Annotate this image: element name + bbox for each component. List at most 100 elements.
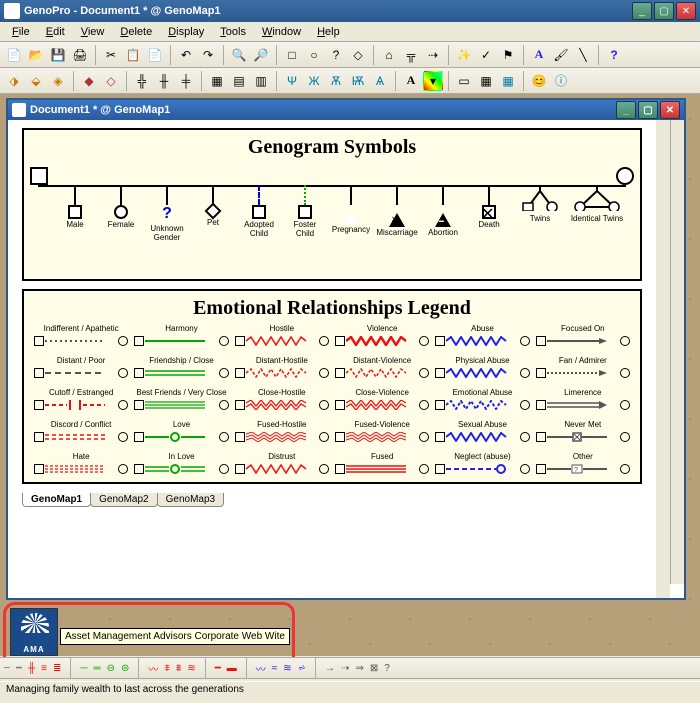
family-icon[interactable]: ⌂ xyxy=(379,45,399,65)
wand-icon[interactable]: ✨ xyxy=(454,45,474,65)
rel-btn[interactable]: ≈ xyxy=(272,663,278,674)
t2-tree5[interactable]: Ѧ xyxy=(370,71,390,91)
rel-btn[interactable]: ≋ xyxy=(283,663,291,674)
undo-icon[interactable]: ↶ xyxy=(176,45,196,65)
rel-btn[interactable]: ━ xyxy=(215,663,221,674)
rel-btn[interactable]: ⊜ xyxy=(121,663,129,674)
doc-minimize[interactable]: _ xyxy=(616,101,636,119)
menu-display[interactable]: Display xyxy=(160,24,212,40)
t2-10[interactable]: ▤ xyxy=(229,71,249,91)
rel-btn[interactable]: ≡ xyxy=(41,663,47,674)
menu-window[interactable]: Window xyxy=(254,24,309,40)
t2-11[interactable]: ▥ xyxy=(251,71,271,91)
line-icon[interactable]: ╲ xyxy=(573,45,593,65)
open-icon[interactable]: 📂 xyxy=(26,45,46,65)
rel-btn[interactable]: 〰 xyxy=(148,661,158,676)
female-icon[interactable]: ○ xyxy=(304,45,324,65)
male-icon[interactable]: □ xyxy=(282,45,302,65)
brush-icon[interactable]: 🖌 xyxy=(551,45,571,65)
rel-btn[interactable]: ⩫ xyxy=(298,663,306,674)
doc-close[interactable]: ✕ xyxy=(660,101,680,119)
t2-rect[interactable]: ▭ xyxy=(454,71,474,91)
t2-tree4[interactable]: Ѭ xyxy=(348,71,368,91)
rel-btn[interactable]: → xyxy=(325,663,335,674)
rel-btn[interactable]: ≣ xyxy=(53,663,61,674)
doc-maximize[interactable]: ▢ xyxy=(638,101,658,119)
paste-icon[interactable]: 📄 xyxy=(145,45,165,65)
t2-info[interactable]: ⓘ xyxy=(551,71,571,91)
rel-btn[interactable]: ┄ xyxy=(4,663,10,674)
t2-4[interactable]: ◆ xyxy=(79,71,99,91)
legend-fused: Fused xyxy=(335,452,429,476)
t2-2[interactable]: ⬙ xyxy=(26,71,46,91)
close-button[interactable]: ✕ xyxy=(676,2,696,20)
genogram-panel: Genogram Symbols MaleFemale?Unknown Gend… xyxy=(22,128,642,281)
t2-7[interactable]: ╫ xyxy=(154,71,174,91)
rel-btn[interactable]: ⩨ xyxy=(164,663,170,674)
save-icon[interactable]: 💾 xyxy=(48,45,68,65)
redo-icon[interactable]: ↷ xyxy=(198,45,218,65)
maximize-button[interactable]: ▢ xyxy=(654,2,674,20)
t2-smiley[interactable]: 😊 xyxy=(529,71,549,91)
ama-hyperlink-object[interactable]: AMA xyxy=(10,608,58,656)
font-icon[interactable]: A xyxy=(529,45,549,65)
zoomout-icon[interactable]: 🔎 xyxy=(251,45,271,65)
t2-8[interactable]: ╪ xyxy=(176,71,196,91)
zoomin-icon[interactable]: 🔍 xyxy=(229,45,249,65)
rel-btn[interactable]: ─ xyxy=(80,663,87,674)
legend-best-friends-very-close: Best Friends / Very Close xyxy=(134,388,228,412)
rel-btn[interactable]: ? xyxy=(384,663,390,674)
tab-genomap1[interactable]: GenoMap1 xyxy=(22,493,91,507)
tab-genomap3[interactable]: GenoMap3 xyxy=(157,493,224,507)
menu-edit[interactable]: Edit xyxy=(38,24,73,40)
menu-view[interactable]: View xyxy=(73,24,113,40)
t2-1[interactable]: ⬗ xyxy=(4,71,24,91)
print-icon[interactable]: 🖨 xyxy=(70,45,90,65)
tab-genomap2[interactable]: GenoMap2 xyxy=(90,493,157,507)
menu-delete[interactable]: Delete xyxy=(112,24,160,40)
scrollbar-vertical[interactable] xyxy=(670,120,684,584)
rel-btn[interactable]: ⇢ xyxy=(341,663,349,674)
t2-tree1[interactable]: Ψ xyxy=(282,71,302,91)
cut-icon[interactable]: ✂ xyxy=(101,45,121,65)
rel-btn[interactable]: ┅ xyxy=(16,663,22,674)
t2-grid[interactable]: ▦ xyxy=(476,71,496,91)
help-icon[interactable]: ? xyxy=(604,45,624,65)
rel-btn[interactable]: ⊖ xyxy=(107,663,115,674)
canvas[interactable]: Genogram Symbols MaleFemale?Unknown Gend… xyxy=(8,120,670,598)
menu-file[interactable]: File xyxy=(4,24,38,40)
check-icon[interactable]: ✓ xyxy=(476,45,496,65)
ama-logo[interactable]: AMA xyxy=(10,608,58,656)
menu-tools[interactable]: Tools xyxy=(212,24,254,40)
rel-btn[interactable]: ╫ xyxy=(28,663,35,674)
parents-icon[interactable]: ╦ xyxy=(401,45,421,65)
rel-btn[interactable]: ⩩ xyxy=(176,663,181,674)
t2-5[interactable]: ◇ xyxy=(101,71,121,91)
link-icon[interactable]: ⇢ xyxy=(423,45,443,65)
t2-6[interactable]: ╬ xyxy=(132,71,152,91)
t2-9[interactable]: ▦ xyxy=(207,71,227,91)
legend-emotional-abuse: Emotional Abuse xyxy=(435,388,529,412)
legend-abuse: Abuse xyxy=(435,324,529,348)
rel-btn[interactable]: ═ xyxy=(93,663,100,674)
legend-never-met: Never Met xyxy=(536,420,630,444)
flag-icon[interactable]: ⚑ xyxy=(498,45,518,65)
genogram-title: Genogram Symbols xyxy=(34,136,630,159)
copy-icon[interactable]: 📋 xyxy=(123,45,143,65)
new-icon[interactable]: 📄 xyxy=(4,45,24,65)
unknown-icon[interactable]: ? xyxy=(326,45,346,65)
menu-help[interactable]: Help xyxy=(309,24,348,40)
rel-btn[interactable]: ≋ xyxy=(187,663,195,674)
rel-btn[interactable]: ⇒ xyxy=(355,663,363,674)
t2-3[interactable]: ◈ xyxy=(48,71,68,91)
minimize-button[interactable]: _ xyxy=(632,2,652,20)
t2-tree2[interactable]: Ж xyxy=(304,71,324,91)
pet-icon[interactable]: ◇ xyxy=(348,45,368,65)
t2-color[interactable]: ▾ xyxy=(423,71,443,91)
rel-btn[interactable]: ⊠ xyxy=(370,663,378,674)
t2-text[interactable]: A xyxy=(401,71,421,91)
rel-btn[interactable]: 〰 xyxy=(256,661,266,676)
t2-table[interactable]: ▦ xyxy=(498,71,518,91)
t2-tree3[interactable]: Ѫ xyxy=(326,71,346,91)
rel-btn[interactable]: ▬ xyxy=(227,663,237,674)
